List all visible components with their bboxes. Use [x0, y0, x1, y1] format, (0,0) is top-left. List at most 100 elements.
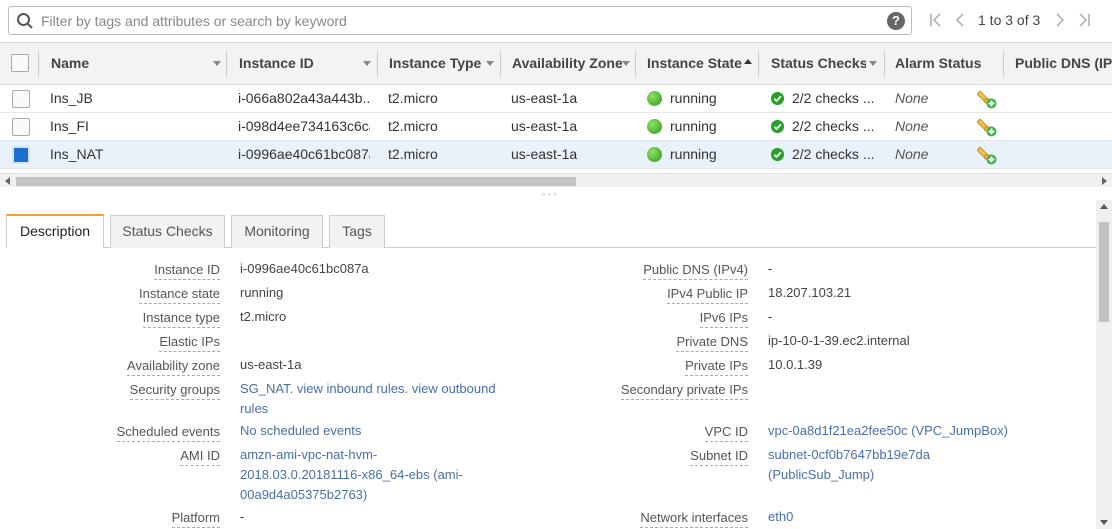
table-row-selected[interactable]: Ins_NAT i-0996ae40c61bc087a t2.micro us-…	[0, 141, 1112, 169]
tab-description[interactable]: Description	[6, 214, 104, 248]
value-vpc-id[interactable]: vpc-0a8d1f21ea2fee50c (VPC_JumpBox)	[768, 421, 1068, 441]
label-public-dns: Public DNS (IPv4)	[548, 262, 748, 280]
pagination: 1 to 3 of 3	[924, 9, 1096, 31]
tab-monitoring[interactable]: Monitoring	[231, 215, 323, 248]
value-instance-id: i-0996ae40c61bc087a	[240, 261, 369, 276]
cell-alarm-status: None	[895, 118, 929, 134]
horizontal-scrollbar[interactable]	[0, 173, 1112, 187]
create-alarm-icon[interactable]	[977, 117, 997, 137]
value-instance-type: t2.micro	[240, 309, 287, 324]
pagination-text: 1 to 3 of 3	[978, 12, 1041, 28]
scroll-right-icon[interactable]	[1102, 177, 1107, 185]
prev-page-icon[interactable]	[948, 9, 972, 31]
column-header-availability-zone[interactable]: Availability Zone	[512, 43, 622, 85]
cell-alarm-status: None	[895, 90, 929, 106]
search-input[interactable]	[41, 11, 881, 31]
column-header-alarm-status[interactable]: Alarm Status	[895, 43, 995, 85]
cell-status-checks: 2/2 checks ...	[792, 146, 875, 162]
create-alarm-icon[interactable]	[977, 89, 997, 109]
scroll-left-icon[interactable]	[5, 177, 10, 185]
value-subnet-id[interactable]: subnet-0cf0b7647bb19e7da (PublicSub_Jump…	[768, 445, 943, 485]
sort-instance-id-icon[interactable]	[363, 61, 371, 66]
tab-status-checks[interactable]: Status Checks	[110, 215, 225, 248]
cell-instance-type: t2.micro	[388, 118, 438, 134]
scrollbar-thumb[interactable]	[16, 177, 576, 186]
label-security-groups: Security groups	[20, 382, 220, 400]
scroll-down-icon[interactable]	[1100, 520, 1108, 525]
help-icon[interactable]: ?	[887, 12, 905, 30]
cell-instance-state: running	[670, 146, 717, 162]
cell-instance-id: i-0996ae40c61bc087a	[238, 146, 370, 162]
pane-splitter[interactable]: ▫▫▫	[0, 188, 1112, 200]
label-vpc-id: VPC ID	[548, 424, 748, 442]
vertical-scrollbar[interactable]	[1096, 200, 1112, 529]
create-alarm-icon[interactable]	[977, 145, 997, 165]
column-header-instance-id[interactable]: Instance ID	[239, 43, 359, 85]
sort-instance-type-icon[interactable]	[486, 61, 494, 66]
instances-table: Name Instance ID Instance Type Availabil…	[0, 42, 1112, 188]
next-page-icon[interactable]	[1048, 9, 1072, 31]
column-header-public-dns[interactable]: Public DNS (IPv	[1015, 43, 1112, 85]
last-page-icon[interactable]	[1072, 9, 1096, 31]
label-instance-type: Instance type	[20, 310, 220, 328]
first-page-icon[interactable]	[924, 9, 948, 31]
check-passed-icon	[771, 92, 784, 105]
value-network-interfaces[interactable]: eth0	[768, 507, 1068, 527]
value-public-dns: -	[768, 261, 773, 276]
scroll-up-icon[interactable]	[1100, 204, 1108, 209]
value-ipv6-ips: -	[768, 309, 773, 324]
drag-handle-icon[interactable]: ▫▫▫	[542, 191, 560, 199]
cell-status-checks: 2/2 checks ...	[792, 90, 875, 106]
column-header-instance-type[interactable]: Instance Type	[389, 43, 484, 85]
label-platform: Platform	[20, 510, 220, 528]
cell-name: Ins_JB	[50, 90, 93, 106]
value-private-dns: ip-10-0-1-39.ec2.internal	[768, 333, 910, 348]
check-passed-icon	[771, 120, 784, 133]
cell-alarm-status: None	[895, 146, 929, 162]
sort-ascending-icon[interactable]	[744, 59, 752, 64]
check-passed-icon	[771, 148, 784, 161]
ec2-console: ? 1 to 3 of 3 Name Instance ID Instance …	[0, 0, 1112, 529]
tab-tags[interactable]: Tags	[329, 215, 385, 248]
label-private-ips: Private IPs	[548, 358, 748, 376]
cell-status-checks: 2/2 checks ...	[792, 118, 875, 134]
running-status-icon	[647, 119, 662, 134]
search-icon	[17, 13, 33, 29]
label-network-interfaces: Network interfaces	[548, 510, 748, 528]
scrollbar-thumb[interactable]	[1099, 222, 1109, 322]
column-header-instance-state[interactable]: Instance State	[647, 43, 742, 85]
sort-name-icon[interactable]	[213, 61, 221, 66]
label-elastic-ips: Elastic IPs	[20, 334, 220, 352]
cell-instance-id: i-098d4ee734163c6ca	[238, 118, 370, 134]
value-instance-state: running	[240, 285, 284, 300]
row-checkbox-checked[interactable]	[12, 146, 30, 164]
label-scheduled-events: Scheduled events	[20, 424, 220, 442]
sort-availability-zone-icon[interactable]	[622, 61, 630, 66]
cell-instance-state: running	[670, 118, 717, 134]
tab-bar: Description Status Checks Monitoring Tag…	[6, 214, 1096, 248]
value-security-groups[interactable]: SG_NAT. view inbound rules. view outboun…	[240, 379, 500, 419]
value-ipv4-public-ip: 18.207.103.21	[768, 285, 852, 300]
running-status-icon	[647, 147, 662, 162]
column-header-name[interactable]: Name	[51, 43, 211, 85]
label-ipv4-public-ip: IPv4 Public IP	[548, 286, 748, 304]
sort-status-checks-icon[interactable]	[869, 61, 877, 66]
row-checkbox[interactable]	[12, 118, 30, 136]
value-ami-id[interactable]: amzn-ami-vpc-nat-hvm-2018.03.0.20181116-…	[240, 445, 470, 505]
select-all-checkbox[interactable]	[11, 54, 29, 72]
label-instance-state: Instance state	[20, 286, 220, 304]
row-checkbox[interactable]	[12, 90, 30, 108]
running-status-icon	[647, 91, 662, 106]
table-row[interactable]: Ins_JB i-066a802a43a443b... t2.micro us-…	[0, 85, 1112, 113]
search-box[interactable]: ?	[8, 6, 912, 35]
filter-bar: ? 1 to 3 of 3	[0, 0, 1112, 42]
value-private-ips: 10.0.1.39	[768, 357, 823, 372]
value-availability-zone: us-east-1a	[240, 357, 302, 372]
table-row[interactable]: Ins_FI i-098d4ee734163c6ca t2.micro us-e…	[0, 113, 1112, 141]
label-instance-id: Instance ID	[20, 262, 220, 280]
label-private-dns: Private DNS	[548, 334, 748, 352]
cell-instance-type: t2.micro	[388, 90, 438, 106]
cell-availability-zone: us-east-1a	[511, 146, 578, 162]
value-scheduled-events[interactable]: No scheduled events	[240, 421, 500, 441]
column-header-status-checks[interactable]: Status Checks	[771, 43, 866, 85]
